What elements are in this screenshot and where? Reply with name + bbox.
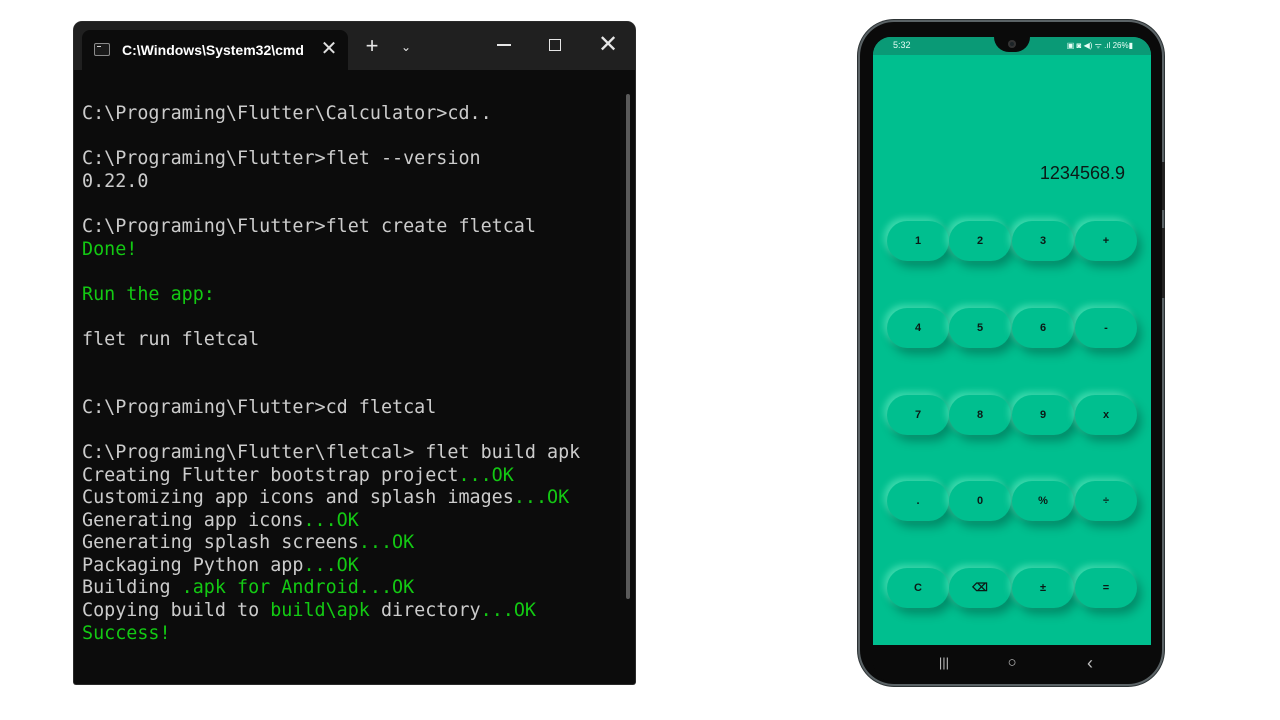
phone-device: 5:32 ▣ ◙ ◀) ᯤ .ıl 26%▮ 1234568.9 1 2 3 +4 5 6…	[860, 22, 1165, 684]
console-success-text: ...OK	[480, 600, 536, 622]
status-time: 5:32	[893, 40, 911, 50]
key-1-1[interactable]: 5	[949, 308, 1011, 348]
console-success-text: ...OK	[513, 487, 570, 509]
console-success-text: .apk for Android...OK	[181, 577, 415, 599]
console-line: Generating splash screens...OK	[82, 532, 580, 555]
key-1-3[interactable]: -	[1075, 308, 1137, 348]
key-0-2[interactable]: 3	[1012, 221, 1074, 261]
status-icons: ▣ ◙ ◀) ᯤ .ıl 26%▮	[1066, 41, 1133, 50]
tab-title: C:\Windows\System32\cmd	[122, 42, 304, 58]
console-success-text: build\apk	[270, 600, 370, 622]
recents-button[interactable]: |||	[932, 654, 956, 672]
key-2-0[interactable]: 7	[887, 395, 949, 435]
console-text: Creating Flutter bootstrap project	[82, 464, 459, 486]
console-line: Copying build to build\apk directory...O…	[82, 600, 580, 623]
console-line: Packaging Python app...OK	[82, 555, 580, 578]
console-line: Generating app icons...OK	[82, 510, 580, 533]
console-line: Building .apk for Android...OK	[82, 577, 580, 600]
console-line: Done!	[82, 239, 580, 262]
console-text: Copying build to	[82, 600, 271, 622]
home-button[interactable]: ○	[1000, 654, 1024, 672]
key-3-2[interactable]: %	[1012, 481, 1074, 521]
key-1-0[interactable]: 4	[887, 308, 949, 348]
key-2-1[interactable]: 8	[949, 395, 1011, 435]
maximize-button[interactable]	[542, 32, 568, 58]
console-text: flet run fletcal	[82, 328, 260, 350]
console-text: Generating splash screens	[82, 532, 359, 554]
key-3-3[interactable]: ÷	[1075, 481, 1137, 521]
console-text: C:\Programing\Flutter\Calculator>cd..	[82, 103, 492, 124]
key-3-0[interactable]: .	[887, 481, 949, 521]
console-line: flet run fletcal	[82, 329, 580, 352]
volume-button	[1162, 162, 1165, 210]
key-4-3[interactable]: =	[1075, 568, 1137, 608]
console-line: Creating Flutter bootstrap project...OK	[82, 465, 580, 488]
tab-close-button[interactable]: ✕	[318, 37, 340, 61]
console-text: Packaging Python app	[82, 554, 304, 576]
back-button[interactable]: ‹	[1078, 654, 1102, 672]
key-0-0[interactable]: 1	[887, 221, 949, 261]
console-text: Generating app icons	[82, 509, 304, 531]
key-2-3[interactable]: x	[1075, 395, 1137, 435]
console-line: C:\Programing\Flutter>flet create fletca…	[82, 216, 580, 239]
console-text: Building	[82, 577, 182, 599]
key-4-0[interactable]: C	[887, 568, 949, 608]
console-success-text: Run the app:	[82, 283, 215, 305]
key-0-3[interactable]: +	[1075, 221, 1137, 261]
console-icon	[94, 43, 110, 56]
console-line: C:\Programing\Flutter>flet --version	[82, 148, 580, 171]
console-text: C:\Programing\Flutter>flet --version	[82, 148, 481, 170]
key-0-1[interactable]: 2	[949, 221, 1011, 261]
key-1-2[interactable]: 6	[1012, 308, 1074, 348]
console-text: C:\Programing\Flutter>flet create fletca…	[82, 215, 536, 237]
console-line: Customizing app icons and splash images.…	[82, 487, 580, 510]
console-text: C:\Programing\Flutter>cd fletcal	[82, 396, 437, 418]
console-line: Success!	[82, 623, 580, 646]
console-line: 0.22.0	[82, 171, 580, 194]
console-success-text: Success!	[82, 622, 171, 644]
title-bar: C:\Windows\System32\cmd ✕ + ⌄ ✕	[74, 22, 635, 70]
key-4-2[interactable]: ±	[1012, 568, 1074, 608]
console-line: C:\Programing\Flutter\Calculator>cd..	[82, 103, 580, 126]
console-text: Customizing app icons and splash images	[82, 487, 514, 509]
console-success-text: ...OK	[303, 554, 359, 576]
console-success-text: Done!	[82, 238, 138, 260]
console-line: C:\Programing\Flutter>cd fletcal	[82, 397, 580, 420]
phone-screen: 5:32 ▣ ◙ ◀) ᯤ .ıl 26%▮ 1234568.9 1 2 3 +4 5 6…	[873, 37, 1151, 645]
calculator-display: 1234568.9	[1039, 163, 1125, 183]
key-2-2[interactable]: 9	[1012, 395, 1074, 435]
minimize-button[interactable]	[491, 32, 517, 58]
console-text: directory	[369, 600, 481, 622]
console-line: C:\Programing\Flutter\fletcal> flet buil…	[82, 442, 580, 465]
chevron-down-icon[interactable]: ⌄	[396, 35, 416, 59]
scrollbar[interactable]	[626, 94, 630, 599]
android-nav-bar: ||| ○ ‹	[873, 645, 1151, 683]
key-4-1[interactable]: ⌫	[949, 568, 1011, 608]
console-success-text: ...OK	[458, 464, 514, 486]
tab-cmd[interactable]: C:\Windows\System32\cmd ✕	[82, 30, 348, 70]
terminal-window: C:\Windows\System32\cmd ✕ + ⌄ ✕ C:\Progr…	[74, 22, 635, 684]
close-button[interactable]: ✕	[595, 32, 621, 58]
console-success-text: ...OK	[358, 532, 415, 554]
key-3-1[interactable]: 0	[949, 481, 1011, 521]
console-output[interactable]: C:\Programing\Flutter\Calculator>cd.. C:…	[82, 103, 580, 645]
console-line: Run the app:	[82, 284, 580, 307]
new-tab-button[interactable]: +	[360, 34, 384, 58]
power-button	[1162, 228, 1165, 298]
console-text: 0.22.0	[82, 170, 149, 192]
console-success-text: ...OK	[303, 509, 359, 531]
console-text: C:\Programing\Flutter\fletcal> flet buil…	[82, 441, 581, 463]
